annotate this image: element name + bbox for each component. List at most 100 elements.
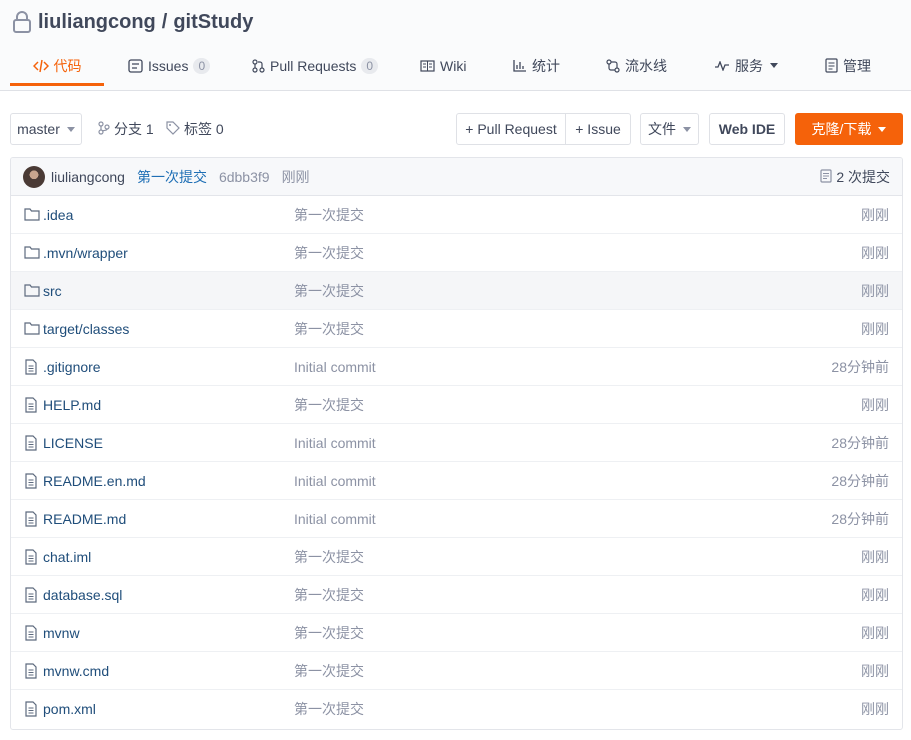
file-commit-time: 刚刚 <box>861 244 889 261</box>
chevron-down-icon <box>683 126 691 132</box>
commit-author[interactable]: liuliangcong <box>51 169 125 185</box>
clone-download-button[interactable]: 克隆/下载 <box>795 113 903 145</box>
table-row[interactable]: README.en.md Initial commit 28分钟前 <box>11 462 902 500</box>
file-commit-message[interactable]: 第一次提交 <box>294 395 364 415</box>
file-name-link[interactable]: README.md <box>43 511 126 527</box>
file-icon <box>24 397 40 413</box>
branches-link[interactable]: 分支 1 <box>98 113 154 145</box>
file-commit-time: 28分钟前 <box>831 434 889 451</box>
file-commit-message[interactable]: Initial commit <box>294 359 376 375</box>
commit-message[interactable]: 第一次提交 <box>137 167 207 187</box>
file-name-link[interactable]: mvnw.cmd <box>43 663 109 679</box>
table-row[interactable]: .gitignore Initial commit 28分钟前 <box>11 348 902 386</box>
repo-name-link[interactable]: gitStudy <box>173 11 253 34</box>
tags-link[interactable]: 标签 0 <box>166 113 224 145</box>
file-name-link[interactable]: src <box>43 283 62 299</box>
file-commit-message[interactable]: Initial commit <box>294 435 376 451</box>
tab-wiki[interactable]: Wiki <box>420 48 480 86</box>
latest-commit-bar: liuliangcong 第一次提交 6dbb3f9 刚刚 2 次提交 <box>11 158 902 196</box>
manage-icon <box>825 58 838 73</box>
file-commit-message[interactable]: Initial commit <box>294 511 376 527</box>
file-commit-message[interactable]: 第一次提交 <box>294 661 364 681</box>
lock-icon <box>12 10 32 34</box>
tab-manage[interactable]: 管理 <box>825 48 905 86</box>
table-row[interactable]: HELP.md 第一次提交 刚刚 <box>11 386 902 424</box>
repo-slash: / <box>161 10 168 33</box>
file-icon <box>24 663 40 679</box>
file-name-link[interactable]: .gitignore <box>43 359 101 375</box>
tab-issues[interactable]: Issues 0 <box>128 48 232 86</box>
file-icon <box>24 473 40 489</box>
file-name-link[interactable]: pom.xml <box>43 701 96 717</box>
file-name-link[interactable]: chat.iml <box>43 549 91 565</box>
new-issue-button[interactable]: + Issue <box>565 113 631 145</box>
branch-select[interactable]: master <box>10 113 82 145</box>
file-name-link[interactable]: target/classes <box>43 321 129 337</box>
chevron-down-icon <box>770 63 778 68</box>
folder-icon <box>24 283 40 299</box>
table-row[interactable]: LICENSE Initial commit 28分钟前 <box>11 424 902 462</box>
repo-toolbar: master 分支 1 标签 0 + Pull Request + Issue … <box>10 113 903 145</box>
file-name-link[interactable]: HELP.md <box>43 397 101 413</box>
pipeline-icon <box>606 58 620 73</box>
pull-requests-count-badge: 0 <box>361 57 379 74</box>
clone-download-label: 克隆/下载 <box>811 121 872 137</box>
file-icon <box>24 359 40 375</box>
file-rows: .idea 第一次提交 刚刚 .mvn/wrapper 第一次提交 刚刚 src 第一次提交刚… <box>11 196 902 728</box>
commit-count-link[interactable]: 2 次提交 <box>820 158 890 196</box>
file-commit-message[interactable]: 第一次提交 <box>294 623 364 643</box>
file-menu-button[interactable]: 文件 <box>640 113 699 145</box>
table-row[interactable]: README.md Initial commit 28分钟前 <box>11 500 902 538</box>
table-row[interactable]: chat.iml 第一次提交 刚刚 <box>11 538 902 576</box>
repo-owner-link[interactable]: liuliangcong <box>38 11 156 34</box>
file-commit-time: 刚刚 <box>861 548 889 565</box>
stats-icon <box>513 59 527 72</box>
tab-pipeline[interactable]: 流水线 <box>606 48 686 86</box>
tab-code[interactable]: 代码 <box>10 48 104 86</box>
file-commit-message[interactable]: 第一次提交 <box>294 319 364 339</box>
file-commit-message[interactable]: Initial commit <box>294 473 376 489</box>
file-commit-time: 刚刚 <box>861 206 889 223</box>
file-name-link[interactable]: README.en.md <box>43 473 146 489</box>
file-name-link[interactable]: .idea <box>43 207 73 223</box>
tab-service[interactable]: 服务 <box>714 48 796 86</box>
avatar[interactable] <box>23 165 45 188</box>
branch-icon <box>98 120 110 138</box>
file-commit-message[interactable]: 第一次提交 <box>294 205 364 225</box>
tags-label: 标签 0 <box>184 121 224 137</box>
table-row[interactable]: mvnw.cmd 第一次提交 刚刚 <box>11 652 902 690</box>
tab-label: Pull Requests <box>270 57 357 74</box>
issues-count-badge: 0 <box>193 57 211 74</box>
file-commit-message[interactable]: 第一次提交 <box>294 547 364 567</box>
file-commit-message[interactable]: 第一次提交 <box>294 243 364 263</box>
table-row[interactable]: pom.xml 第一次提交 刚刚 <box>11 690 902 728</box>
table-row[interactable]: mvnw 第一次提交 刚刚 <box>11 614 902 652</box>
new-pull-request-button[interactable]: + Pull Request <box>456 113 566 145</box>
tab-stats[interactable]: 统计 <box>513 48 575 86</box>
tab-pull-requests[interactable]: Pull Requests 0 <box>252 48 402 86</box>
file-commit-message[interactable]: 第一次提交 <box>294 699 364 719</box>
table-row[interactable]: .idea 第一次提交 刚刚 <box>11 196 902 234</box>
tab-label: Wiki <box>440 57 467 74</box>
branch-select-label: master <box>17 121 60 137</box>
tab-label: 流水线 <box>625 57 667 74</box>
file-name-link[interactable]: database.sql <box>43 587 122 603</box>
tab-label: 代码 <box>53 57 82 74</box>
table-row[interactable]: src 第一次提交 刚刚 <box>11 272 902 310</box>
repo-tabs: 代码 Issues 0 Pull Requests 0 Wiki 统计 流水线 <box>10 48 905 89</box>
table-row[interactable]: target/classes 第一次提交 刚刚 <box>11 310 902 348</box>
tab-label: 服务 <box>735 57 763 74</box>
file-name-link[interactable]: LICENSE <box>43 435 103 451</box>
file-commit-time: 28分钟前 <box>831 510 889 527</box>
file-commit-message[interactable]: 第一次提交 <box>294 281 364 301</box>
commit-hash[interactable]: 6dbb3f9 <box>219 169 270 185</box>
table-row[interactable]: .mvn/wrapper 第一次提交 刚刚 <box>11 234 902 272</box>
file-name-link[interactable]: .mvn/wrapper <box>43 245 128 261</box>
file-name-link[interactable]: mvnw <box>43 625 80 641</box>
folder-icon <box>24 207 40 223</box>
file-commit-message[interactable]: 第一次提交 <box>294 585 364 605</box>
table-row[interactable]: database.sql 第一次提交 刚刚 <box>11 576 902 614</box>
commit-time: 刚刚 <box>281 168 310 185</box>
file-icon <box>24 435 40 451</box>
web-ide-button[interactable]: Web IDE <box>709 113 785 145</box>
